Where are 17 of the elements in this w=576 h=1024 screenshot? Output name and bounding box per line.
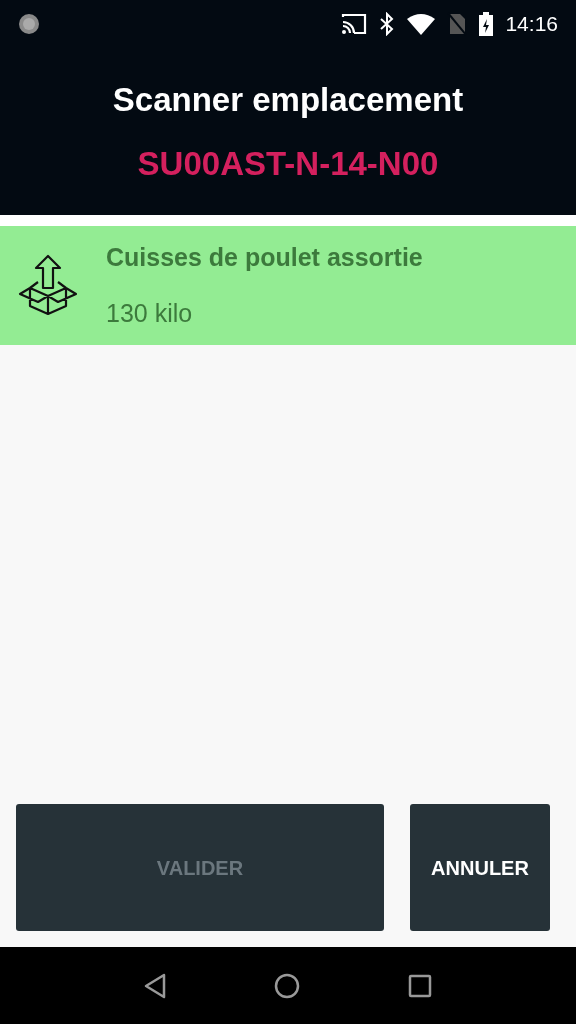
clock-time: 14:16 (505, 11, 558, 38)
home-icon[interactable] (274, 972, 300, 999)
cancel-button[interactable]: ANNULER (410, 804, 550, 931)
wifi-icon (407, 13, 436, 35)
cast-icon (341, 13, 368, 35)
battery-icon (479, 12, 494, 36)
product-item[interactable]: Cuisses de poulet assortie 130 kilo (0, 226, 576, 345)
recents-icon[interactable] (408, 973, 432, 998)
box-upload-icon (16, 253, 80, 318)
no-sim-icon (447, 12, 468, 36)
location-code: SU00AST-N-14-N00 (137, 143, 439, 184)
back-icon[interactable] (144, 972, 166, 999)
product-name: Cuisses de poulet assortie (106, 242, 423, 273)
bluetooth-icon (379, 12, 396, 36)
product-quantity: 130 kilo (106, 297, 194, 329)
loading-icon (18, 13, 40, 35)
screen-title: Scanner emplacement (112, 80, 464, 120)
